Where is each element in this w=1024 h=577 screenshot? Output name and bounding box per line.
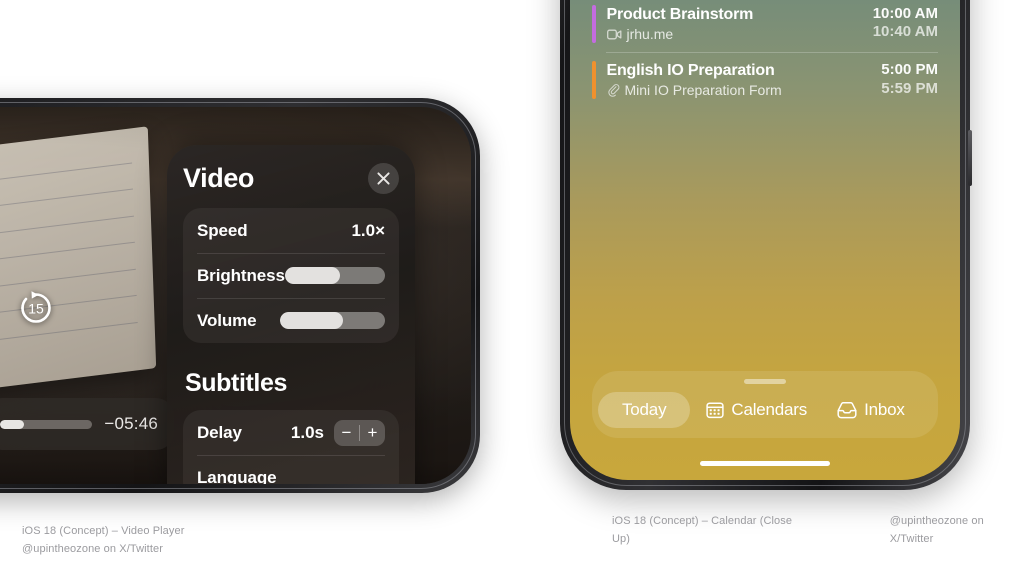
page-title: Video [183,163,255,193]
caption-right: iOS 18 (Concept) – Calendar (Close Up) @… [612,512,1024,548]
speed-value: 1.0× [351,220,385,240]
event-end-time: 5:59 PM [881,79,938,97]
tab-label: Calendars [731,400,808,419]
delay-controls: 1.0s − + [290,419,385,446]
screenshot-stage: 15 −05:46 Video Speed 1.0× Brightness Vo… [0,0,1024,577]
video-scrubber[interactable]: −05:46 [0,398,174,450]
calendar-screen: 18 19 20 21 22 23 24 [570,0,960,480]
settings-row-label: Speed [197,220,248,240]
delay-value: 1.0s [290,422,324,442]
caption-right-line2: @upintheozone on X/Twitter [889,515,984,546]
event-details: Product Brainstorm jrhu.me [607,5,865,43]
calendar-grid-icon [706,402,725,419]
event-color-bar [592,60,596,100]
video-progress-track[interactable] [0,419,93,429]
video-camera-icon [606,29,621,40]
tab-label: Today [622,400,667,419]
subtitles-section-title: Subtitles [185,369,287,397]
power-button[interactable] [968,130,972,186]
event-details: English IO Preparation Mini IO Preparati… [607,61,874,99]
delay-stepper[interactable]: − + [334,419,385,446]
tab-bar: Today Calendars Inbox [592,392,938,428]
sheet-grabber[interactable] [744,379,786,384]
inbox-tray-icon [837,401,857,418]
settings-row-label: Language [197,467,277,485]
tab-inbox[interactable]: Inbox [823,392,919,428]
volume-slider[interactable] [280,312,385,329]
paperclip-icon [607,84,619,98]
event-list: 立春 中国 all-day Product Brainstorm [592,0,938,108]
calendar-toolbar: Today Calendars Inbox [592,371,938,438]
event-subtitle-text: Mini IO Preparation Form [624,82,782,99]
event-subtitle: Mini IO Preparation Form [607,82,874,99]
tab-calendars[interactable]: Calendars [692,392,821,428]
event-title: Product Brainstorm [606,5,754,23]
delay-increment-button[interactable]: + [360,420,385,446]
settings-row-brightness[interactable]: Brightness [197,253,385,298]
settings-row-label: Brightness [197,265,285,285]
event-start-time: 5:00 PM [881,60,938,78]
caption-right-line1: iOS 18 (Concept) – Calendar (Close Up) [612,515,793,546]
caption-left-line1: iOS 18 (Concept) – Video Player [22,525,185,537]
settings-row-speed[interactable]: Speed 1.0× [197,208,385,253]
video-player-screen: 15 −05:46 Video Speed 1.0× Brightness Vo… [0,107,471,484]
video-remaining-time: −05:46 [104,414,158,433]
volume-slider-fill [280,312,343,329]
tab-label: Inbox [864,400,905,419]
calendar-phone: 18 19 20 21 22 23 24 [560,0,972,490]
settings-row-label: Volume [197,310,257,330]
calendar-scroll-area[interactable]: 18 19 20 21 22 23 24 [570,0,960,480]
settings-row-delay[interactable]: Delay 1.0s − + [197,410,385,455]
home-indicator [700,461,830,466]
skip-forward-15-icon[interactable]: 15 [13,285,59,331]
event-subtitle-text: jrhu.me [626,26,674,43]
event-time: 5:00 PM 5:59 PM [873,61,938,99]
tab-today[interactable]: Today [598,392,691,428]
subtitles-card: Delay 1.0s − + Language [183,410,399,484]
list-item[interactable]: English IO Preparation Mini IO Preparati… [592,51,938,108]
video-settings-header: Video [183,163,399,194]
settings-row-label: Delay [197,422,242,442]
close-button[interactable] [368,163,399,194]
settings-row-volume[interactable]: Volume [197,298,385,343]
event-end-time: 10:40 AM [872,23,938,41]
settings-row-language[interactable]: Language [197,455,385,484]
list-item[interactable]: Product Brainstorm jrhu.me 10:00 AM 10:4… [592,0,938,52]
event-title: English IO Preparation [606,61,775,79]
brightness-slider[interactable] [284,267,385,284]
event-color-bar [592,4,596,43]
brightness-slider-fill [284,267,340,284]
event-subtitle: jrhu.me [606,26,865,43]
delay-decrement-button[interactable]: − [334,420,359,446]
event-time: 10:00 AM 10:40 AM [865,5,938,43]
video-settings-sheet: Video Speed 1.0× Brightness Volume Subti… [167,145,415,484]
video-progress-fill [0,419,24,429]
caption-left-line2: @upintheozone on X/Twitter [22,543,163,556]
video-player-phone: 15 −05:46 Video Speed 1.0× Brightness Vo… [0,98,480,493]
event-start-time: 10:00 AM [872,4,938,22]
video-settings-card: Speed 1.0× Brightness Volume [183,208,399,343]
svg-text:15: 15 [28,301,44,317]
close-icon [377,172,390,185]
caption-left: iOS 18 (Concept) – Video Player @upinthe… [22,522,184,558]
